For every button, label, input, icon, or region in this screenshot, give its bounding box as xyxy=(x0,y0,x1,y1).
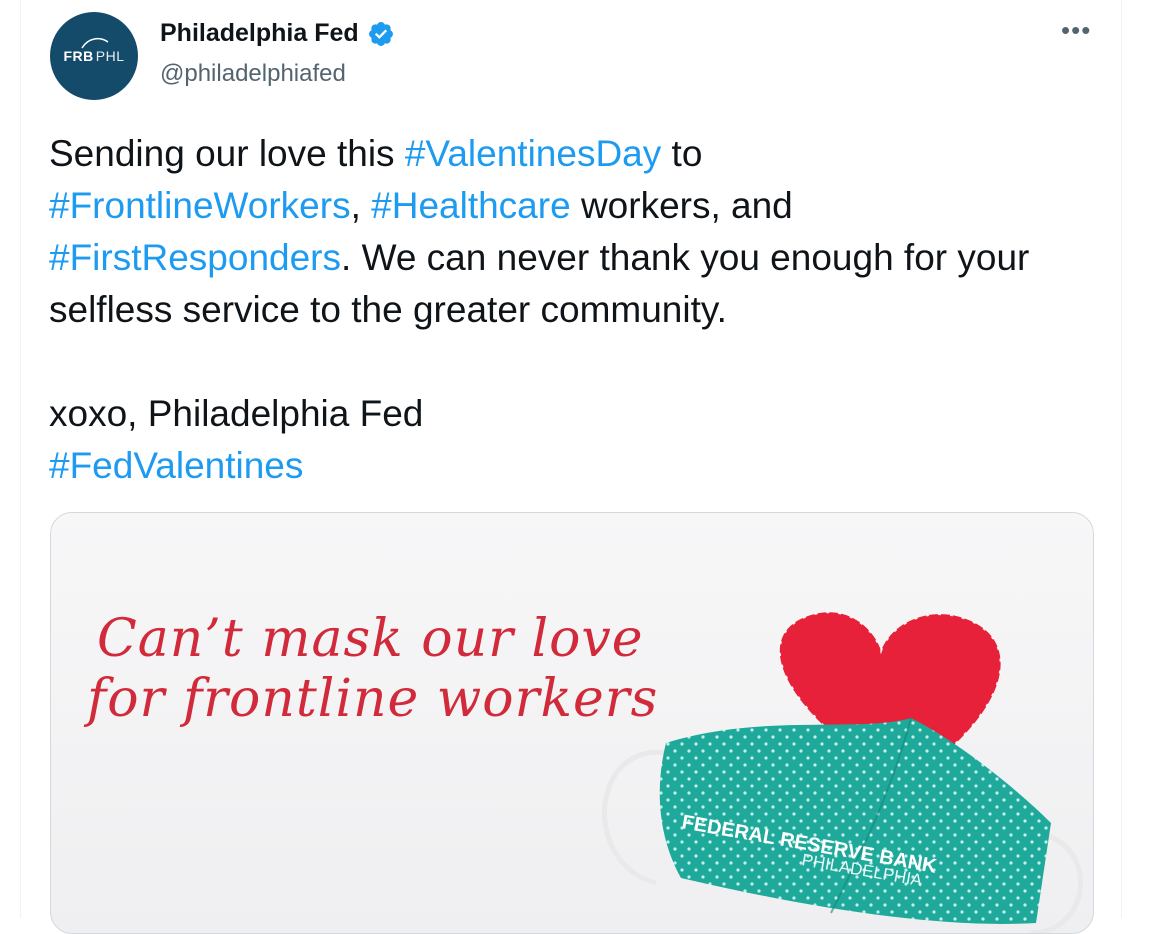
text-segment: workers, and xyxy=(570,185,793,226)
tweet-card: FRB PHL Philadelphia Fed @philadelphiafe… xyxy=(20,0,1122,934)
mask-ear-loop-left xyxy=(602,750,667,886)
text-segment: to xyxy=(661,133,703,174)
hashtag-firstresponders[interactable]: #FirstResponders xyxy=(49,237,341,278)
author-name-row: Philadelphia Fed xyxy=(160,19,395,48)
tweet-paragraph-1: Sending our love this #ValentinesDay to #… xyxy=(49,128,1109,336)
hashtag-valentinesday[interactable]: #ValentinesDay xyxy=(405,133,661,174)
hashtag-fedvalentines[interactable]: #FedValentines xyxy=(49,445,303,486)
text-segment: , xyxy=(350,185,372,226)
handle[interactable]: @philadelphiafed xyxy=(160,60,346,88)
tweet-signoff: xoxo, Philadelphia Fed xyxy=(49,393,424,434)
frb-phl-logo: FRB PHL xyxy=(63,48,124,64)
display-name[interactable]: Philadelphia Fed xyxy=(160,19,359,48)
more-options-icon[interactable]: ••• xyxy=(1061,17,1091,43)
tweet-media-image[interactable]: Can’t mask our love for frontline worker… xyxy=(50,512,1094,934)
avatar[interactable]: FRB PHL xyxy=(50,12,138,100)
avatar-text-phl: PHL xyxy=(95,48,125,64)
verified-badge-icon xyxy=(368,21,393,46)
tweet-text: Sending our love this #ValentinesDay to #… xyxy=(49,128,1109,492)
hashtag-healthcare[interactable]: #Healthcare xyxy=(371,185,571,226)
hashtag-frontlineworkers[interactable]: #FrontlineWorkers xyxy=(49,185,351,226)
heart-and-mask-illustration: FEDERAL RESERVE BANK PHILADELPHIA xyxy=(602,611,1084,933)
avatar-text-frb: FRB xyxy=(63,48,94,64)
text-segment: Sending our love this xyxy=(49,133,405,174)
